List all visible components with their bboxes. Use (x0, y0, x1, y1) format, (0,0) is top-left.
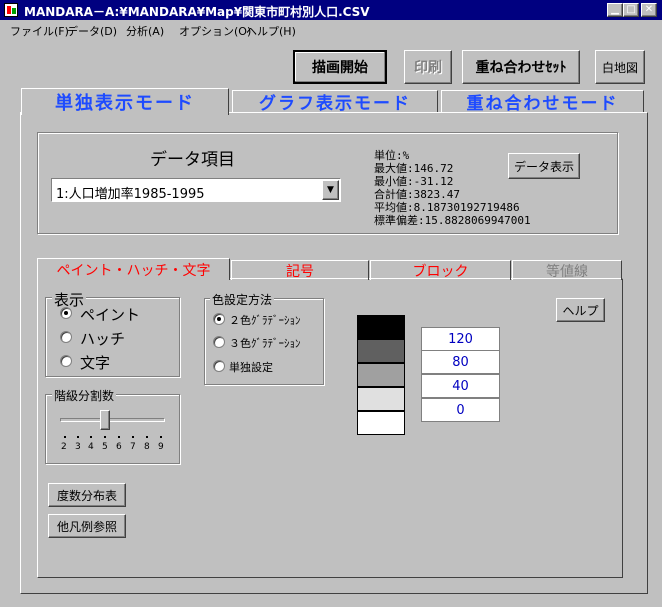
tab-single-display[interactable]: 単独表示モード (21, 88, 229, 115)
chevron-down-icon[interactable]: ▼ (322, 180, 339, 200)
slider-track[interactable] (60, 418, 165, 422)
tab-contour[interactable]: 等値線 (512, 260, 622, 280)
legend-swatch-3[interactable] (357, 363, 405, 387)
slider-tick (90, 436, 92, 438)
slider-tick (132, 436, 134, 438)
class-boundary-2[interactable]: 80 (421, 350, 500, 374)
tab-symbol[interactable]: 記号 (231, 260, 369, 280)
radio-two-color-gradation[interactable] (213, 313, 225, 325)
app-icon (4, 3, 18, 17)
data-item-select[interactable]: 1:人口増加率1985-1995 ▼ (51, 178, 341, 202)
menu-analysis[interactable]: 分析(A) (126, 23, 164, 39)
slider-tick (64, 436, 66, 438)
slider-label-8: 8 (144, 442, 150, 452)
minimize-button[interactable]: ▁ (607, 3, 623, 17)
class-count-title: 階級分割数 (52, 387, 117, 404)
legend-swatch-4[interactable] (357, 387, 405, 411)
slider-tick (146, 436, 148, 438)
tab-graph-display[interactable]: グラフ表示モード (232, 90, 438, 114)
slider-thumb[interactable] (100, 410, 110, 430)
class-boundary-3[interactable]: 40 (421, 374, 500, 398)
window-title: MANDARA－A:¥MANDARA¥Map¥関東市町村別人口.CSV (24, 5, 370, 19)
slider-label-4: 4 (88, 442, 94, 452)
stat-std: 標準偏差:15.8828069947001 (374, 214, 531, 227)
class-boundary-1[interactable]: 120 (421, 327, 500, 351)
tab-paint-hatch-text[interactable]: ペイント・ハッチ・文字 (37, 258, 230, 280)
menu-data[interactable]: データ(D) (67, 23, 117, 39)
slider-tick (104, 436, 106, 438)
radio-text[interactable] (60, 355, 72, 367)
data-item-selected-value: 1:人口増加率1985-1995 (56, 187, 205, 202)
title-bar: MANDARA－A:¥MANDARA¥Map¥関東市町村別人口.CSV ▁ □ … (0, 0, 662, 20)
radio-three-color-label: ３色ｸﾞﾗﾃﾞｰｼｮﾝ (229, 337, 301, 350)
radio-text-label: 文字 (80, 354, 111, 372)
slider-label-3: 3 (75, 442, 81, 452)
legend-swatch-5[interactable] (357, 411, 405, 435)
slider-label-5: 5 (102, 442, 108, 452)
slider-label-9: 9 (158, 442, 164, 452)
radio-two-color-label: ２色ｸﾞﾗﾃﾞｰｼｮﾝ (229, 314, 301, 327)
tab-block[interactable]: ブロック (370, 260, 511, 280)
menu-file[interactable]: ファイル(F) (10, 23, 69, 39)
slider-label-7: 7 (130, 442, 136, 452)
radio-single-label: 単独設定 (229, 361, 273, 374)
blank-map-button[interactable]: 白地図 (595, 50, 645, 84)
legend-swatch-2[interactable] (357, 339, 405, 363)
radio-hatch-label: ハッチ (80, 330, 126, 348)
slider-tick (77, 436, 79, 438)
tab-overlay[interactable]: 重ね合わせモード (441, 90, 644, 114)
radio-hatch[interactable] (60, 331, 72, 343)
menu-help[interactable]: ヘルプ(H) (246, 23, 296, 39)
color-method-title: 色設定方法 (210, 291, 275, 308)
radio-single-setting[interactable] (213, 360, 225, 372)
slider-tick (118, 436, 120, 438)
close-button[interactable]: ✕ (641, 3, 657, 17)
help-button[interactable]: ヘルプ (556, 298, 605, 322)
maximize-button[interactable]: □ (623, 3, 639, 17)
slider-label-2: 2 (61, 442, 67, 452)
frequency-table-button[interactable]: 度数分布表 (48, 483, 126, 507)
data-show-button[interactable]: データ表示 (508, 153, 580, 179)
class-boundary-4[interactable]: 0 (421, 398, 500, 422)
menu-options[interactable]: オプション(O) (179, 23, 251, 39)
radio-paint[interactable] (60, 307, 72, 319)
draw-start-button[interactable]: 描画開始 (293, 50, 387, 84)
slider-label-6: 6 (116, 442, 122, 452)
other-legend-button[interactable]: 他凡例参照 (48, 514, 126, 538)
slider-tick (160, 436, 162, 438)
data-item-heading: データ項目 (150, 150, 235, 170)
legend-swatch-1[interactable] (357, 315, 405, 339)
overlay-set-button[interactable]: 重ね合わせｾｯﾄ (462, 50, 580, 84)
class-count-group (45, 394, 180, 464)
radio-paint-label: ペイント (80, 306, 141, 324)
print-button[interactable]: 印刷 (404, 50, 452, 84)
radio-three-color-gradation[interactable] (213, 336, 225, 348)
